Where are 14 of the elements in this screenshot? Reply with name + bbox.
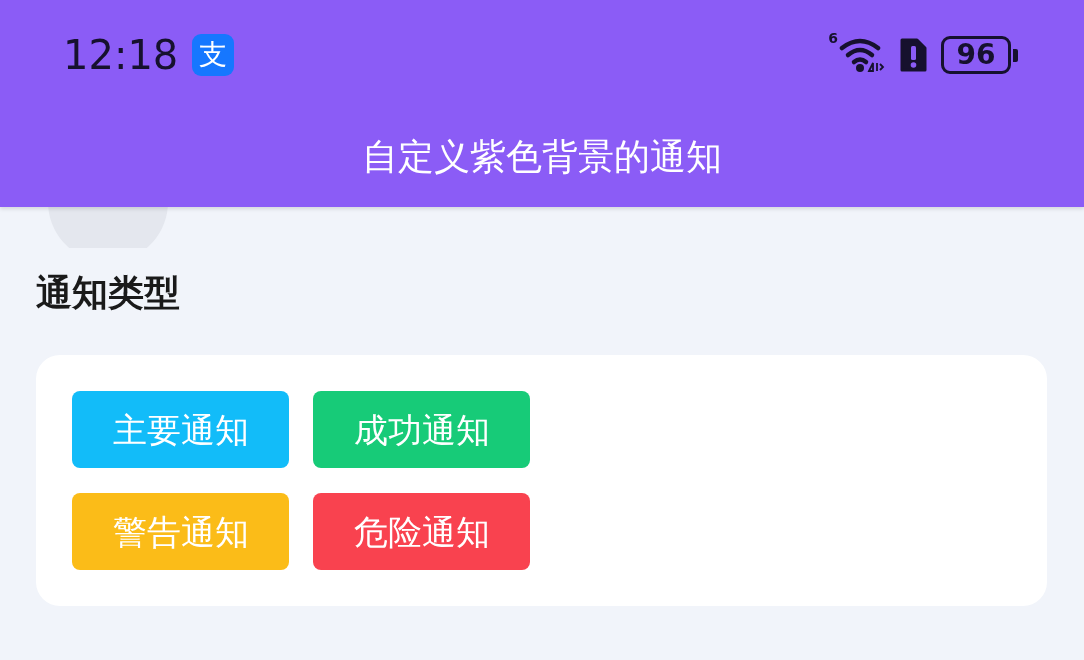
app-icon: 支 [192, 34, 235, 76]
sim-alert-icon [899, 37, 927, 73]
notification-button[interactable]: 危险通知 [313, 493, 530, 570]
wifi-icon [839, 37, 885, 73]
status-time: 12:18 [63, 31, 179, 79]
wifi-label: 6 [828, 30, 838, 46]
notification-button[interactable]: 主要通知 [72, 391, 289, 468]
round-button[interactable] [48, 207, 168, 248]
notification-button[interactable]: 警告通知 [72, 493, 289, 570]
section-title: 通知类型 [36, 271, 180, 314]
notification-text: 自定义紫色背景的通知 [362, 134, 722, 179]
battery-indicator: 96 [941, 36, 1011, 74]
notification-button[interactable]: 成功通知 [313, 391, 530, 468]
battery-cap-icon [1013, 48, 1018, 62]
